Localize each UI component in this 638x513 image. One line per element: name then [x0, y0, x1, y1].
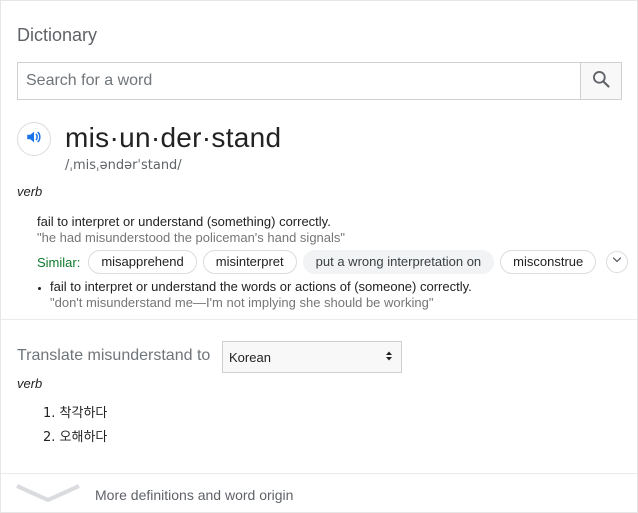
similar-words-row: Similar: misapprehend misinterpret put a…: [37, 250, 629, 274]
search-box: [17, 62, 622, 100]
example-2: "don't misunderstand me—I'm not implying…: [50, 295, 434, 310]
chevron-down-icon: [15, 482, 81, 509]
translation-item: 2. 오해하다: [43, 430, 108, 445]
headword: mis·un·der·stand: [65, 122, 282, 153]
dictionary-card: Dictionary mis·un·der·stand /ˌmisˌəndərˈ…: [0, 0, 638, 513]
search-input[interactable]: [18, 63, 580, 99]
dictionary-title: Dictionary: [17, 25, 98, 45]
similar-chip-misinterpret[interactable]: misinterpret: [202, 250, 297, 274]
search-button[interactable]: [580, 63, 621, 99]
language-select-value: Korean: [229, 349, 271, 365]
more-definitions-label: More definitions and word origin: [95, 487, 294, 503]
speaker-icon: [25, 128, 43, 151]
sense-bullet: [38, 287, 41, 290]
language-select[interactable]: Korean: [222, 341, 402, 373]
chevron-down-icon: [611, 253, 623, 271]
part-of-speech: verb: [17, 184, 43, 199]
definition-1: fail to interpret or understand (somethi…: [37, 214, 331, 229]
similar-chip-wrong-interpretation[interactable]: put a wrong interpretation on: [302, 250, 495, 274]
expand-similar-button[interactable]: [606, 251, 629, 273]
similar-chip-misapprehend[interactable]: misapprehend: [88, 250, 197, 274]
search-icon: [591, 69, 611, 94]
more-definitions-button[interactable]: More definitions and word origin: [1, 474, 637, 512]
translate-part-of-speech: verb: [17, 376, 43, 391]
section-divider: [1, 319, 637, 320]
example-1: "he had misunderstood the policeman's ha…: [37, 230, 346, 245]
pronunciation-button[interactable]: [17, 122, 51, 156]
definition-2: fail to interpret or understand the word…: [50, 279, 472, 294]
similar-chip-misconstrue[interactable]: misconstrue: [500, 250, 597, 274]
phonetic-spelling: /ˌmisˌəndərˈstand/: [65, 158, 182, 173]
translate-label: Translate misunderstand to: [17, 347, 211, 364]
similar-label: Similar:: [37, 254, 81, 270]
select-arrows-icon: [385, 350, 393, 365]
translation-item: 1. 착각하다: [43, 406, 108, 421]
